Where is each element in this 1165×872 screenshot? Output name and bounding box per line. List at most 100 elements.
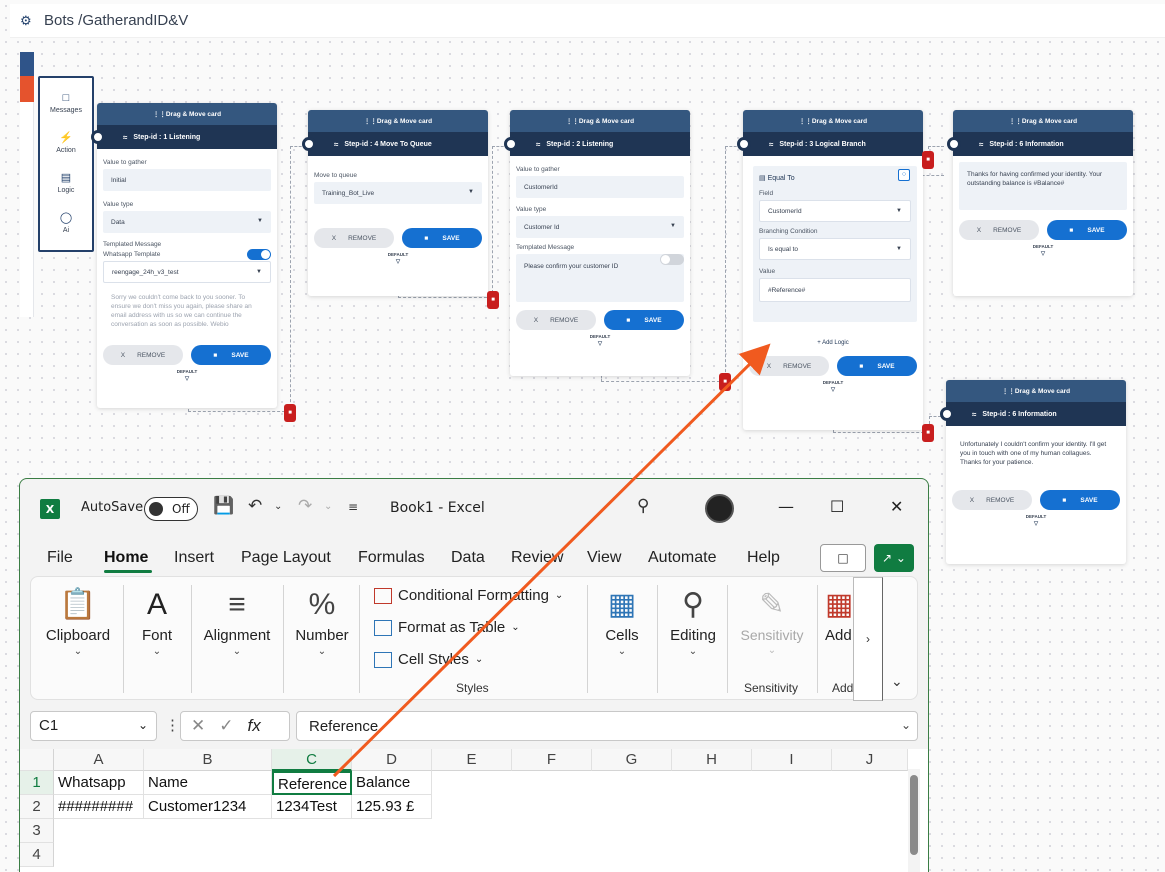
remove-button[interactable]: X REMOVE xyxy=(749,356,829,376)
remove-button[interactable]: X REMOVE xyxy=(314,228,394,248)
drag-handle[interactable]: ⋮⋮ Drag & Move card xyxy=(946,380,1126,402)
tab-data[interactable]: Data xyxy=(451,549,485,567)
minimize-icon[interactable]: — xyxy=(778,497,794,516)
add-ins-button[interactable]: ▦ Add xyxy=(825,583,855,644)
add-logic-link[interactable]: + Add Logic xyxy=(749,340,917,346)
number-button[interactable]: % Number ⌄ xyxy=(291,583,353,657)
close-icon[interactable]: ✕ xyxy=(890,497,903,516)
branching-condition-select[interactable]: Is equal to ▼ xyxy=(759,238,911,260)
templated-message-toggle[interactable] xyxy=(247,249,271,260)
cells-button[interactable]: ▦ Cells ⌄ xyxy=(597,583,647,657)
column-header[interactable]: J xyxy=(832,749,908,771)
value-type-select[interactable]: Customer Id ▼ xyxy=(516,216,684,238)
delete-connection-button[interactable]: ■ xyxy=(922,151,934,169)
maximize-icon[interactable]: ☐ xyxy=(830,497,844,516)
column-header[interactable]: A xyxy=(54,749,144,771)
font-button[interactable]: A Font ⌄ xyxy=(132,583,182,657)
row-header[interactable]: 4 xyxy=(20,843,54,867)
information-message[interactable]: Unfortunately I couldn't confirm your id… xyxy=(952,432,1120,482)
select-all-corner[interactable] xyxy=(20,749,54,771)
tab-view[interactable]: View xyxy=(587,549,621,567)
formula-input[interactable]: Reference ⌄ xyxy=(296,711,918,741)
cell-b1[interactable]: Name xyxy=(144,771,272,795)
column-header[interactable]: E xyxy=(432,749,512,771)
customize-toolbar-icon[interactable]: ≡ xyxy=(348,500,358,514)
drag-handle[interactable]: ⋮⋮ Drag & Move card xyxy=(510,110,690,132)
cell-a2[interactable]: ######### xyxy=(54,795,144,819)
output-port-icon[interactable]: ▿ xyxy=(959,249,1127,258)
save-button[interactable]: ■ SAVE xyxy=(402,228,482,248)
clipboard-button[interactable]: 📋 Clipboard ⌄ xyxy=(43,583,113,657)
tab-home[interactable]: Home xyxy=(104,549,148,567)
value-input[interactable]: #Reference# xyxy=(759,278,911,302)
row-header[interactable]: 3 xyxy=(20,819,54,843)
cell-c1[interactable]: Reference xyxy=(272,771,352,795)
drag-handle[interactable]: ⋮⋮ Drag & Move card xyxy=(97,103,277,125)
connector-dot[interactable] xyxy=(947,137,961,151)
column-header[interactable]: G xyxy=(592,749,672,771)
connector-dot[interactable] xyxy=(940,407,954,421)
remove-button[interactable]: X REMOVE xyxy=(516,310,596,330)
cell-a1[interactable]: Whatsapp xyxy=(54,771,144,795)
cell-styles-button[interactable]: Cell Styles ⌄ xyxy=(374,651,483,668)
save-button[interactable]: ■ SAVE xyxy=(1040,490,1120,510)
tab-help[interactable]: Help xyxy=(747,549,780,567)
column-header[interactable]: D xyxy=(352,749,432,771)
side-panel-tab-active[interactable] xyxy=(20,76,34,102)
tab-automate[interactable]: Automate xyxy=(648,549,716,567)
cell-c2[interactable]: 1234Test xyxy=(272,795,352,819)
insert-function-icon[interactable]: fx xyxy=(248,716,261,736)
tab-review[interactable]: Review xyxy=(511,549,563,567)
search-icon[interactable]: ⚲ xyxy=(637,496,649,516)
vertical-scrollbar[interactable] xyxy=(908,769,920,872)
cell-b2[interactable]: Customer1234 xyxy=(144,795,272,819)
ribbon-collapse-icon[interactable]: ⌄ xyxy=(891,673,903,690)
row-header[interactable]: 2 xyxy=(20,795,54,819)
value-to-gather-input[interactable]: CustomerId xyxy=(516,176,684,198)
editing-button[interactable]: ⚲ Editing ⌄ xyxy=(663,583,723,657)
connector-dot[interactable] xyxy=(302,137,316,151)
drag-handle[interactable]: ⋮⋮ Drag & Move card xyxy=(308,110,488,132)
row-header[interactable]: 1 xyxy=(20,771,54,795)
tab-formulas[interactable]: Formulas xyxy=(358,549,425,567)
branch-port-icon[interactable]: ○ xyxy=(898,169,910,181)
cell-d2[interactable]: 125.93 £ xyxy=(352,795,432,819)
save-icon[interactable]: 💾 xyxy=(213,496,234,516)
undo-icon[interactable]: ↶ xyxy=(248,496,262,516)
palette-action[interactable]: ⚡ Action xyxy=(41,122,91,162)
queue-select[interactable]: Training_Bot_Live ▼ xyxy=(314,182,482,204)
remove-button[interactable]: X REMOVE xyxy=(103,345,183,365)
whatsapp-template-select[interactable]: reengage_24h_v3_test ▼ xyxy=(103,261,271,283)
connector-dot[interactable] xyxy=(504,137,518,151)
message-textarea[interactable]: Please confirm your customer ID xyxy=(516,254,684,302)
delete-connection-button[interactable]: ■ xyxy=(487,291,499,309)
delete-connection-button[interactable]: ■ xyxy=(284,404,296,422)
format-as-table-button[interactable]: Format as Table ⌄ xyxy=(374,619,520,636)
palette-messages[interactable]: □ Messages xyxy=(41,82,91,122)
output-port-icon[interactable]: ▿ xyxy=(103,374,271,383)
remove-button[interactable]: X REMOVE xyxy=(959,220,1039,240)
output-port-icon[interactable]: ▿ xyxy=(952,519,1120,528)
side-panel-tab[interactable] xyxy=(20,52,34,76)
comments-button[interactable]: □ xyxy=(820,544,866,572)
palette-ai[interactable]: ◯ Ai xyxy=(41,202,91,242)
remove-button[interactable]: X REMOVE xyxy=(952,490,1032,510)
tab-insert[interactable]: Insert xyxy=(174,549,214,567)
autosave-toggle[interactable]: Off xyxy=(144,497,198,521)
delete-connection-button[interactable]: ■ xyxy=(719,373,731,391)
column-header[interactable]: C xyxy=(272,749,352,771)
share-button[interactable]: ↗ ⌄ xyxy=(874,544,914,572)
column-header[interactable]: B xyxy=(144,749,272,771)
output-port-icon[interactable]: ▿ xyxy=(314,257,482,266)
save-button[interactable]: ■ SAVE xyxy=(837,356,917,376)
enter-icon[interactable]: ✓ xyxy=(219,716,233,736)
cell-d1[interactable]: Balance xyxy=(352,771,432,795)
information-message[interactable]: Thanks for having confirmed your identit… xyxy=(959,162,1127,210)
delete-connection-button[interactable]: ■ xyxy=(922,424,934,442)
field-select[interactable]: CustomerId ▼ xyxy=(759,200,911,222)
avatar[interactable] xyxy=(705,494,734,523)
value-to-gather-input[interactable]: Initial xyxy=(103,169,271,191)
save-button[interactable]: ■ SAVE xyxy=(604,310,684,330)
connector-dot[interactable] xyxy=(737,137,751,151)
palette-logic[interactable]: ▤ Logic xyxy=(41,162,91,202)
